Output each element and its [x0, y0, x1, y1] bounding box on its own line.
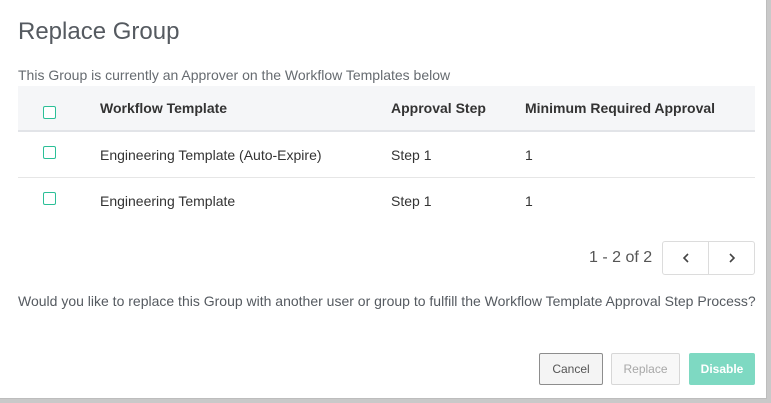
header-workflow-template[interactable]: Workflow Template — [100, 86, 227, 130]
row-workflow-template: Engineering Template (Auto-Expire) — [100, 146, 322, 163]
row-check-cell — [43, 132, 56, 159]
row-checkbox[interactable] — [43, 146, 56, 159]
previous-page-button[interactable] — [663, 242, 708, 274]
disable-button[interactable]: Disable — [689, 353, 755, 385]
header-approval-step[interactable]: Approval Step — [391, 86, 486, 130]
row-workflow-template: Engineering Template — [100, 193, 236, 209]
header-minimum-required-approval[interactable]: Minimum Required Approval — [525, 86, 715, 130]
row-minimum-required-approval: 1 — [525, 193, 533, 209]
row-check-cell — [43, 178, 56, 205]
select-all-checkbox[interactable] — [43, 106, 56, 119]
dialog-title: Replace Group — [18, 18, 180, 45]
chevron-left-icon — [682, 253, 689, 263]
row-approval-step: Step 1 — [391, 146, 432, 163]
table-row: Engineering Template Step 1 1 — [18, 178, 755, 224]
cancel-button[interactable]: Cancel — [539, 353, 603, 385]
replace-button[interactable]: Replace — [611, 353, 680, 385]
pagination: 1 - 2 of 2 — [589, 241, 756, 275]
row-minimum-required-approval: 1 — [525, 146, 533, 163]
workflow-templates-table: Workflow Template Approval Step Minimum … — [18, 86, 755, 224]
select-all-cell — [43, 86, 56, 119]
pagination-buttons — [662, 241, 756, 275]
row-approval-step: Step 1 — [391, 193, 432, 209]
table-header: Workflow Template Approval Step Minimum … — [18, 86, 755, 132]
replace-group-dialog: Replace Group This Group is currently an… — [0, 0, 767, 399]
table-row: Engineering Template (Auto-Expire) Step … — [18, 132, 755, 178]
row-checkbox[interactable] — [43, 192, 56, 205]
dialog-subtitle: This Group is currently an Approver on t… — [18, 67, 451, 83]
replace-question: Would you like to replace this Group wit… — [18, 293, 756, 309]
chevron-right-icon — [729, 253, 735, 263]
next-page-button[interactable] — [708, 242, 754, 274]
pagination-range: 1 - 2 of 2 — [589, 249, 653, 266]
